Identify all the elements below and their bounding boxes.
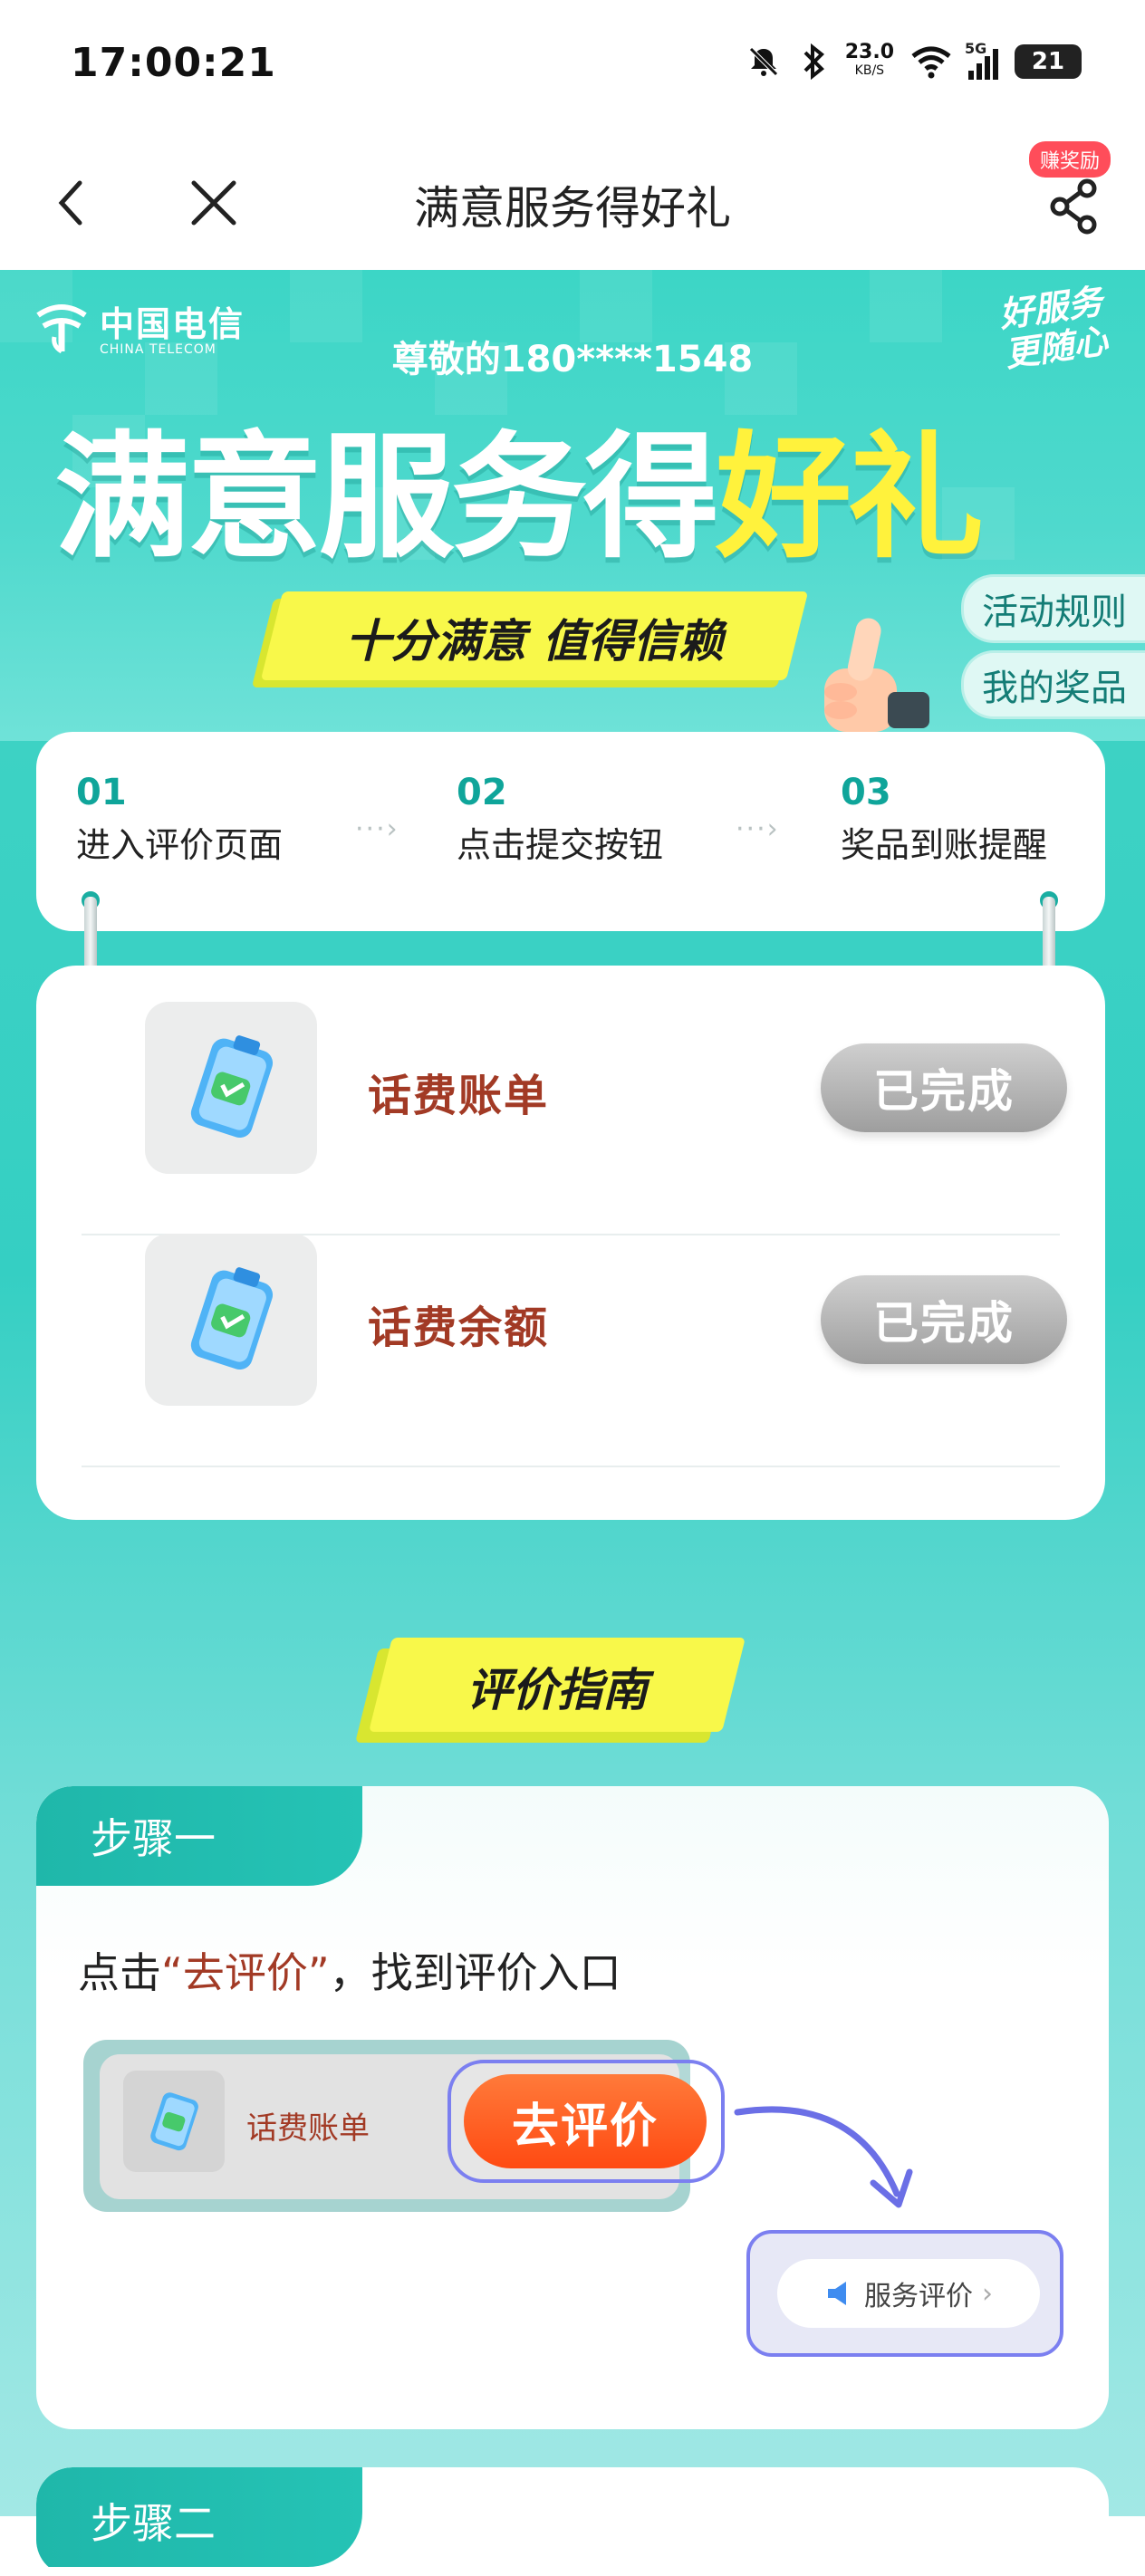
- hero-title: 满意服务得好礼: [54, 388, 984, 584]
- nav-bar: 满意服务得好礼 赚奖励: [0, 136, 1145, 270]
- task-name: 话费账单: [368, 1071, 550, 1121]
- reward-badge[interactable]: 赚奖励: [1028, 141, 1111, 178]
- step-number: 02: [457, 772, 507, 813]
- hero-banner: 中国电信 CHINA TELECOM 好服务 更随心 尊敬的180****154…: [0, 270, 1145, 741]
- activity-rules-button[interactable]: 活动规则: [961, 574, 1145, 643]
- step-label: 进入评价页面: [76, 825, 284, 865]
- process-steps-card: 01 进入评价页面 ···› 02 点击提交按钮 ···› 03 奖品到账提醒: [36, 732, 1105, 931]
- tasks-card: 话费账单 已完成 话费余额 已完成: [36, 966, 1105, 1520]
- task-status-button[interactable]: 已完成: [821, 1043, 1067, 1132]
- page-title: 满意服务得好礼: [414, 182, 731, 235]
- thumbs-up-icon: [824, 618, 929, 732]
- status-time: 17:00:21: [71, 40, 276, 86]
- task-name: 话费余额: [368, 1302, 550, 1353]
- task-icon: [145, 1234, 317, 1406]
- task-row: 话费账单 已完成: [82, 966, 1067, 1197]
- status-icons: 23.0 KB/S 5G 21: [746, 40, 1082, 80]
- step-label: 奖品到账提醒: [841, 825, 1048, 865]
- demo-go-review-button: 去评价: [464, 2074, 707, 2168]
- net-speed-value: 23.0: [844, 41, 894, 63]
- desc-highlight: “去评价”: [161, 1948, 330, 1997]
- curved-arrow-icon: [734, 2106, 913, 2208]
- step-label: 点击提交按钮: [457, 825, 664, 865]
- chevron-right-icon: ›: [982, 2277, 993, 2310]
- step-arrow-icon: ···›: [355, 813, 399, 845]
- share-icon: [1050, 178, 1097, 235]
- guide-step1-description: 点击“去评价”，找到评价入口: [78, 1940, 621, 2000]
- divider: [82, 1466, 1060, 1467]
- process-step-2: 02 点击提交按钮: [457, 772, 663, 867]
- bill-icon: [150, 2092, 198, 2151]
- step-number: 03: [841, 772, 891, 813]
- guide-step1-card: 步骤一 点击“去评价”，找到评价入口 话费账单 去评价 服务评价 ›: [36, 1786, 1109, 2429]
- guide-step2-tab: 步骤二: [36, 2467, 362, 2567]
- desc-suffix: ，找到评价入口: [329, 1948, 621, 1997]
- task-row: 话费余额 已完成: [82, 1197, 1067, 1428]
- desc-prefix: 点击: [78, 1948, 161, 1997]
- net-speed-unit: KB/S: [854, 63, 885, 78]
- bill-icon: [190, 1267, 274, 1370]
- wifi-icon: [911, 46, 951, 79]
- demo-task-icon: [123, 2071, 225, 2172]
- demo-task-name: 话费账单: [246, 2110, 370, 2147]
- step-arrow-icon: ···›: [736, 813, 780, 845]
- net-speed: 23.0 KB/S: [845, 43, 894, 80]
- bill-icon: [190, 1035, 274, 1139]
- demo-review-label: 服务评价: [864, 2281, 973, 2312]
- greeting: 尊敬的180****1548: [391, 339, 754, 380]
- demo-service-review-entry: 服务评价 ›: [777, 2259, 1040, 2328]
- my-prizes-button[interactable]: 我的奖品: [961, 650, 1145, 719]
- bluetooth-icon: [803, 43, 824, 80]
- share-button[interactable]: [1040, 172, 1109, 241]
- hero-title-yellow: 好礼: [716, 419, 984, 577]
- guide-step1-tab: 步骤一: [36, 1786, 362, 1886]
- task-status-button[interactable]: 已完成: [821, 1275, 1067, 1364]
- battery-indicator: 21: [1015, 44, 1082, 79]
- speaker-icon: [828, 2282, 846, 2305]
- status-bar: 17:00:21 23.0 KB/S 5G 21: [0, 0, 1145, 136]
- network-type: 5G: [965, 40, 987, 57]
- process-step-3: 03 奖品到账提醒: [841, 772, 1047, 867]
- hero-ribbon-text: 十分满意 值得信赖: [345, 615, 724, 668]
- signal-icon: 5G: [965, 40, 998, 80]
- guide-step2-card: 步骤二: [36, 2467, 1109, 2576]
- step-number: 01: [76, 772, 127, 813]
- task-icon: [145, 1002, 317, 1174]
- hero-title-white: 满意服务得: [54, 419, 719, 577]
- guide-heading: 评价指南: [467, 1664, 648, 1716]
- mute-bell-icon: [748, 47, 778, 76]
- process-step-1: 01 进入评价页面: [76, 772, 283, 867]
